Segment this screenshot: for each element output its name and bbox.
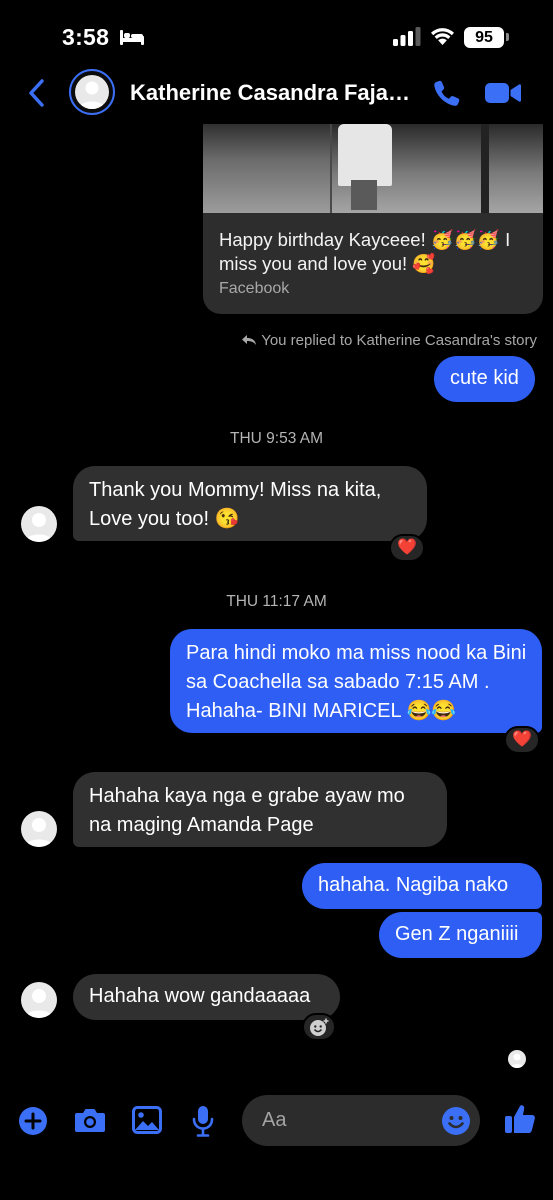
story-reply-note: You replied to Katherine Casandra's stor… bbox=[241, 332, 537, 349]
message-text: Gen Z nganiiii bbox=[395, 923, 519, 945]
message-text: cute kid bbox=[450, 367, 519, 389]
person-silhouette-icon bbox=[25, 513, 53, 542]
heart-reaction[interactable]: ❤️ bbox=[389, 534, 425, 562]
status-bar: 3:58 95 bbox=[0, 0, 553, 62]
chevron-left-icon[interactable] bbox=[26, 78, 46, 108]
person-silhouette-icon bbox=[25, 818, 53, 847]
person-silhouette-icon bbox=[510, 1053, 524, 1068]
message-text: hahaha. Nagiba nako bbox=[318, 874, 509, 896]
camera-icon[interactable] bbox=[74, 1106, 106, 1134]
contact-name[interactable]: Katherine Casandra Fajardo bbox=[130, 80, 415, 106]
story-caption: Happy birthday Kayceee! 🥳🥳🥳 I miss you a… bbox=[219, 229, 511, 274]
outgoing-message[interactable]: Gen Z nganiiii bbox=[379, 912, 542, 958]
message-text: Hahaha wow gandaaaaa bbox=[89, 985, 311, 1007]
contact-avatar-small[interactable] bbox=[21, 506, 57, 542]
contact-avatar[interactable] bbox=[69, 69, 115, 115]
story-reply-text: You replied to Katherine Casandra's stor… bbox=[261, 332, 537, 349]
message-text: Hahaha kaya nga e grabe ayaw mo na magin… bbox=[89, 785, 405, 836]
story-source: Facebook bbox=[219, 280, 290, 297]
story-photo bbox=[203, 124, 543, 213]
message-input[interactable] bbox=[242, 1095, 432, 1146]
message-text: Para hindi moko ma miss nood ka Bini sa … bbox=[186, 642, 527, 722]
shared-story-card[interactable]: Happy birthday Kayceee! 🥳🥳🥳 I miss you a… bbox=[203, 124, 543, 314]
status-time: 3:58 bbox=[62, 24, 110, 50]
wifi-icon bbox=[431, 28, 454, 45]
heart-reaction[interactable]: ❤️ bbox=[504, 726, 540, 754]
battery-indicator: 95 bbox=[464, 27, 504, 48]
cellular-signal-icon bbox=[393, 27, 421, 46]
contact-avatar-small[interactable] bbox=[21, 811, 57, 847]
chat-header: Katherine Casandra Fajardo bbox=[0, 62, 553, 124]
person-silhouette-icon bbox=[79, 81, 105, 109]
home-indicator-area bbox=[0, 1186, 553, 1200]
seen-indicator-avatar bbox=[508, 1050, 526, 1068]
plus-circle-icon[interactable] bbox=[18, 1106, 48, 1136]
sleep-focus-icon bbox=[120, 30, 144, 45]
contact-avatar-small[interactable] bbox=[21, 982, 57, 1018]
battery-tip bbox=[506, 33, 509, 41]
video-camera-icon[interactable] bbox=[485, 81, 521, 105]
message-text: Thank you Mommy! Miss na kita, Love you … bbox=[89, 479, 382, 530]
reply-arrow-icon bbox=[242, 335, 257, 345]
phone-icon[interactable] bbox=[432, 78, 462, 108]
outgoing-message[interactable]: cute kid bbox=[434, 356, 535, 402]
incoming-message[interactable]: Thank you Mommy! Miss na kita, Love you … bbox=[73, 466, 427, 541]
message-input-field[interactable] bbox=[242, 1095, 480, 1146]
person-silhouette-icon bbox=[25, 989, 53, 1018]
incoming-message[interactable]: Hahaha wow gandaaaaa bbox=[73, 974, 340, 1020]
message-composer bbox=[0, 1086, 553, 1156]
incoming-message[interactable]: Hahaha kaya nga e grabe ayaw mo na magin… bbox=[73, 772, 447, 847]
add-reaction-icon bbox=[310, 1018, 329, 1036]
smiley-icon[interactable] bbox=[441, 1106, 471, 1136]
date-separator: THU 11:17 AM bbox=[226, 593, 327, 610]
microphone-icon[interactable] bbox=[191, 1105, 215, 1137]
thumbs-up-icon[interactable] bbox=[504, 1103, 536, 1135]
outgoing-message[interactable]: Para hindi moko ma miss nood ka Bini sa … bbox=[170, 629, 542, 733]
image-icon[interactable] bbox=[132, 1106, 162, 1134]
add-reaction-button[interactable] bbox=[302, 1013, 336, 1041]
date-separator: THU 9:53 AM bbox=[229, 430, 324, 447]
outgoing-message[interactable]: hahaha. Nagiba nako bbox=[302, 863, 542, 909]
